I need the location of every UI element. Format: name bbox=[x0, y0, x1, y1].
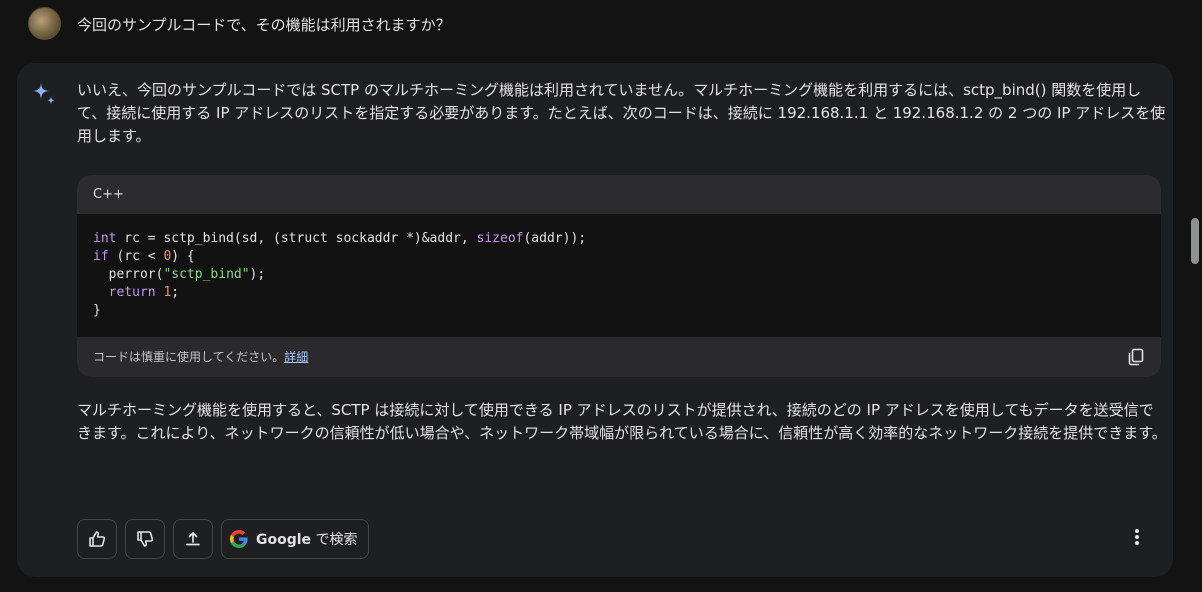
response-card: いいえ、今回のサンプルコードでは SCTP のマルチホーミング機能は利用されてい… bbox=[17, 63, 1173, 577]
user-avatar[interactable] bbox=[28, 6, 61, 40]
search-suffix: で検索 bbox=[315, 532, 358, 548]
user-prompt-text: 今回のサンプルコードで、その機能は利用されますか？ bbox=[77, 16, 451, 34]
more-options-button[interactable] bbox=[1125, 525, 1149, 549]
code-line: return 1; bbox=[108, 285, 180, 300]
response-actions: Google で検索 bbox=[77, 519, 369, 559]
share-icon bbox=[186, 532, 200, 546]
more-vert-icon bbox=[1135, 529, 1139, 545]
copy-icon[interactable] bbox=[1127, 348, 1145, 366]
sparkle-icon bbox=[33, 83, 55, 105]
code-footer: コードは慎重に使用してください。詳細 bbox=[77, 337, 1161, 377]
code-body[interactable]: int rc = sctp_bind(sd, (struct sockaddr … bbox=[77, 214, 1161, 337]
google-search-button[interactable]: Google で検索 bbox=[221, 519, 369, 559]
code-line: int rc = sctp_bind(sd, (struct sockaddr … bbox=[93, 231, 587, 246]
google-label: Google bbox=[256, 532, 312, 548]
thumbs-down-icon bbox=[137, 531, 154, 547]
code-block: C++ int rc = sctp_bind(sd, (struct socka… bbox=[77, 175, 1161, 377]
code-line: perror("sctp_bind"); bbox=[93, 267, 266, 282]
code-language-label: C++ bbox=[77, 175, 1161, 214]
share-button[interactable] bbox=[173, 519, 213, 559]
scrollbar-thumb[interactable] bbox=[1191, 218, 1199, 264]
details-link[interactable]: 詳細 bbox=[284, 350, 308, 364]
user-prompt-row: 今回のサンプルコードで、その機能は利用されますか？ bbox=[28, 6, 451, 40]
thumbs-up-button[interactable] bbox=[77, 519, 117, 559]
thumbs-up-icon bbox=[89, 531, 106, 547]
google-g-icon bbox=[230, 530, 248, 548]
code-line: if (rc < 0) { bbox=[93, 249, 195, 264]
response-paragraph-1: いいえ、今回のサンプルコードでは SCTP のマルチホーミング機能は利用されてい… bbox=[77, 81, 1166, 145]
thumbs-down-button[interactable] bbox=[125, 519, 165, 559]
code-line: } bbox=[93, 303, 101, 318]
code-caution-note: コードは慎重に使用してください。 bbox=[93, 350, 285, 364]
response-paragraph-2: マルチホーミング機能を使用すると、SCTP は接続に対して使用できる IP アド… bbox=[77, 401, 1167, 442]
